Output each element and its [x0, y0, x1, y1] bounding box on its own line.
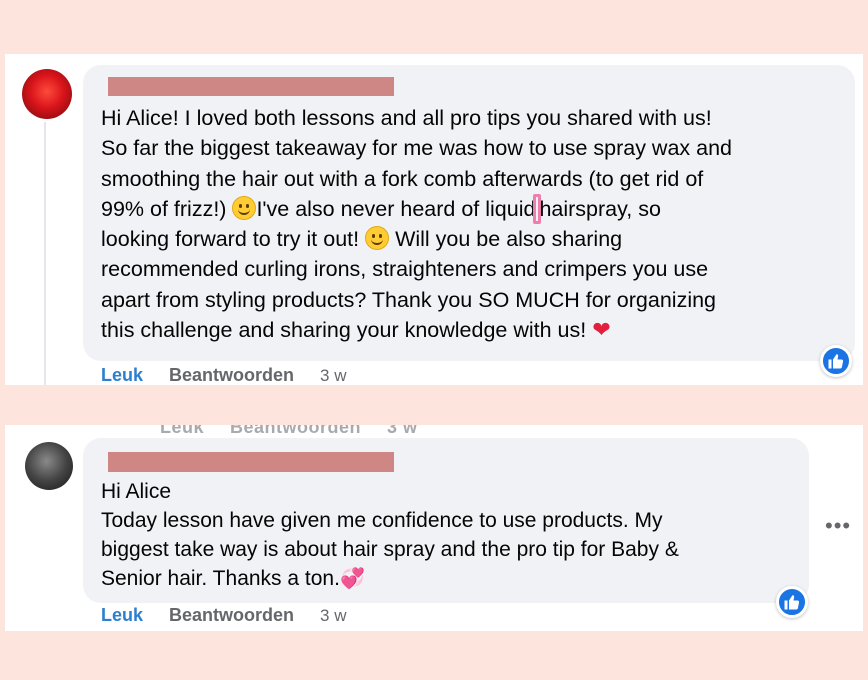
timestamp[interactable]: 3 w: [320, 606, 346, 626]
author-name-redacted[interactable]: [108, 452, 394, 472]
smile-icon: [365, 226, 390, 251]
avatar[interactable]: [25, 442, 73, 490]
reply-link[interactable]: Beantwoorden: [169, 605, 294, 626]
clipped-reply-link: Beantwoorden: [230, 425, 362, 437]
comment-card: Hi Alice! I loved both lessons and all p…: [5, 54, 863, 385]
author-name-redacted[interactable]: [108, 77, 394, 96]
thread-line: [44, 122, 46, 385]
clipped-like-link: Leuk: [160, 425, 205, 437]
comment-text: Hi Alice! I loved both lessons and all p…: [101, 106, 732, 343]
like-link[interactable]: Leuk: [101, 365, 143, 385]
like-reaction-icon[interactable]: [820, 345, 852, 377]
comment-actions: Leuk Beantwoorden 3 w: [101, 605, 347, 626]
avatar[interactable]: [22, 69, 72, 119]
more-options-icon[interactable]: •••: [825, 513, 851, 539]
comment-actions: Leuk Beantwoorden 3 w: [101, 365, 347, 385]
comment-bubble: Hi Alice! I loved both lessons and all p…: [83, 65, 855, 361]
clipped-timestamp: 3 w: [387, 425, 418, 437]
like-reaction-icon[interactable]: [776, 586, 808, 618]
smile-icon: [232, 195, 257, 220]
clipped-actions: Leuk Beantwoorden 3 w: [160, 425, 444, 438]
comment-text: Hi Alice Today lesson have given me conf…: [101, 480, 679, 590]
comment-card: Leuk Beantwoorden 3 w Hi Alice Today lesso…: [5, 425, 863, 631]
reply-link[interactable]: Beantwoorden: [169, 365, 294, 385]
hearts-icon: 💞: [339, 568, 365, 590]
comment-bubble: Hi Alice Today lesson have given me conf…: [83, 438, 809, 603]
heart-icon: ❤: [592, 317, 611, 343]
timestamp[interactable]: 3 w: [320, 366, 346, 385]
like-link[interactable]: Leuk: [101, 605, 143, 626]
